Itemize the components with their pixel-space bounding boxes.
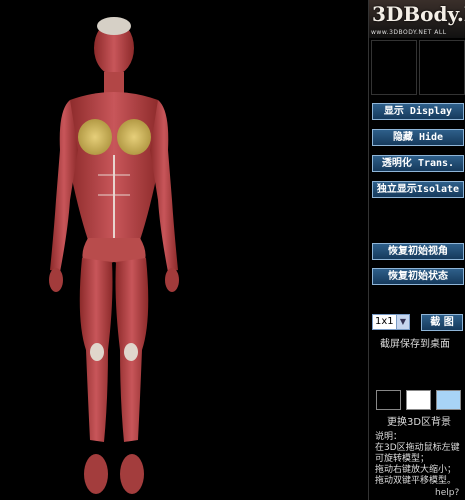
instructions-text: 说明： 在3D区拖动鼠标左键 可旋转模型； 拖动右键放大缩小； 拖动双键平移模型… bbox=[375, 432, 460, 487]
change-background-label: 更换3D区背景 bbox=[387, 417, 452, 428]
instructions-line: 说明： bbox=[375, 432, 403, 442]
logo: 3DBody.N www.3DBODY.NET ALL bbox=[369, 0, 465, 38]
background-blue-swatch[interactable] bbox=[436, 390, 461, 410]
reset-state-button[interactable]: 恢复初始状态 bbox=[372, 268, 464, 285]
save-to-desktop-label: 截屏保存到桌面 bbox=[380, 339, 450, 350]
background-black-swatch[interactable] bbox=[376, 390, 401, 410]
screenshot-button[interactable]: 截 图 bbox=[421, 314, 463, 331]
logo-title: 3DBody.N bbox=[372, 2, 465, 26]
chevron-down-icon[interactable]: ▼ bbox=[396, 315, 409, 329]
isolate-button[interactable]: 独立显示Isolate bbox=[372, 181, 464, 198]
logo-subtitle: www.3DBODY.NET ALL bbox=[371, 29, 447, 36]
display-button[interactable]: 显示 Display bbox=[372, 103, 464, 120]
view-thumbnail-left[interactable] bbox=[371, 40, 417, 95]
instructions-line: 拖动双键平移模型。 bbox=[375, 476, 457, 486]
anatomy-muscle-figure[interactable] bbox=[0, 0, 368, 500]
view-thumbnail-right[interactable] bbox=[419, 40, 465, 95]
control-panel: 3DBody.N www.3DBODY.NET ALL 显示 Display 隐… bbox=[368, 0, 465, 500]
instructions-line: 在3D区拖动鼠标左键 bbox=[375, 443, 460, 453]
help-link[interactable]: help? bbox=[435, 488, 459, 498]
instructions-line: 拖动右键放大缩小； bbox=[375, 465, 457, 475]
trans-button[interactable]: 透明化 Trans. bbox=[372, 155, 464, 172]
zoom-value: 1x1 bbox=[375, 316, 394, 327]
3d-viewport[interactable] bbox=[0, 0, 368, 500]
background-white-swatch[interactable] bbox=[406, 390, 431, 410]
zoom-select[interactable]: 1x1 ▼ bbox=[372, 314, 410, 330]
instructions-line: 可旋转模型； bbox=[375, 454, 430, 464]
reset-view-button[interactable]: 恢复初始视角 bbox=[372, 243, 464, 260]
hide-button[interactable]: 隐藏 Hide bbox=[372, 129, 464, 146]
